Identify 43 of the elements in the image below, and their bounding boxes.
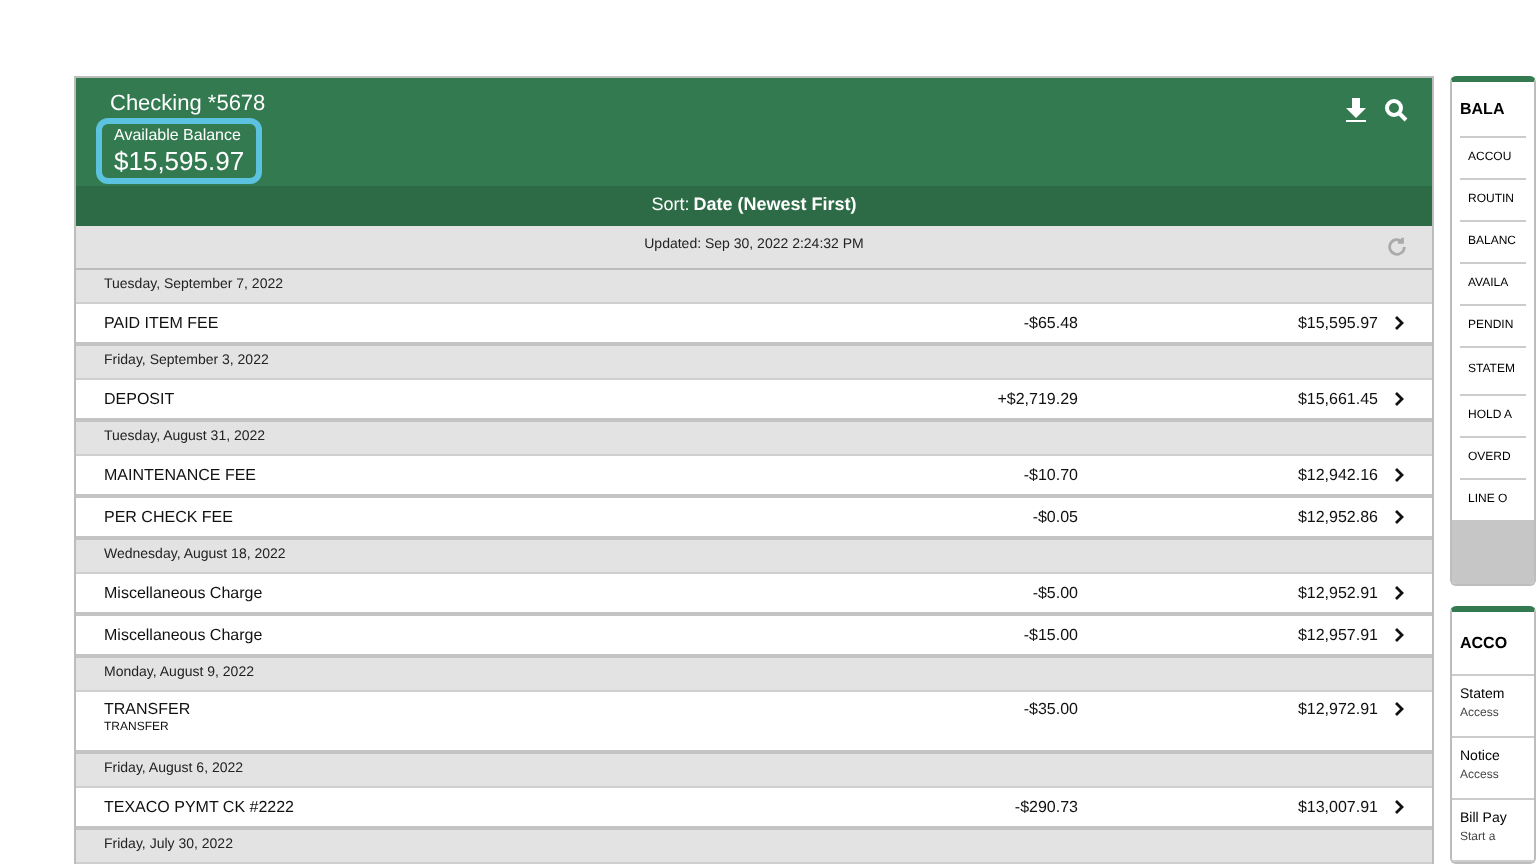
transaction-description: DEPOSIT xyxy=(104,390,177,410)
transaction-description: TEXACO PYMT CK #2222 xyxy=(104,798,296,818)
transaction-description: Miscellaneous Charge xyxy=(104,626,265,646)
transaction-amount: +$2,719.29 xyxy=(995,390,1078,410)
transaction-amount: -$10.70 xyxy=(1021,466,1078,486)
running-balance: $12,952.86 xyxy=(1295,508,1378,528)
running-balance: $12,942.16 xyxy=(1295,466,1378,486)
search-icon[interactable] xyxy=(1384,98,1408,122)
sort-bar[interactable]: Sort: Date (Newest First) xyxy=(76,186,1432,226)
sort-value[interactable]: Date (Newest First) xyxy=(693,192,857,220)
balance-label: Available Balance xyxy=(114,126,243,146)
chevron-right-icon xyxy=(1394,510,1404,524)
transaction-amount: -$5.00 xyxy=(1030,584,1078,604)
card-title: ACCO xyxy=(1452,612,1534,676)
card-title: BALA xyxy=(1458,97,1507,121)
transaction-amount: -$15.00 xyxy=(1021,626,1078,646)
running-balance: $13,007.91 xyxy=(1295,798,1378,818)
transaction-description: Miscellaneous Charge xyxy=(104,584,265,604)
transaction-description: MAINTENANCE FEE xyxy=(104,466,259,486)
transaction-amount: -$290.73 xyxy=(1012,798,1078,818)
transaction-amount: -$65.48 xyxy=(1021,314,1078,334)
transaction-amount: -$35.00 xyxy=(1021,700,1078,720)
running-balance: $15,661.45 xyxy=(1295,390,1378,410)
chevron-right-icon xyxy=(1394,468,1404,482)
chevron-right-icon xyxy=(1394,316,1404,330)
running-balance: $12,952.91 xyxy=(1295,584,1378,604)
card-footer xyxy=(1452,520,1534,584)
transaction-description: PER CHECK FEE xyxy=(104,508,235,528)
chevron-right-icon xyxy=(1394,586,1404,600)
transaction-amount: -$0.05 xyxy=(1030,508,1078,528)
chevron-right-icon xyxy=(1394,702,1404,716)
download-icon[interactable] xyxy=(1344,98,1368,122)
running-balance: $12,972.91 xyxy=(1295,700,1378,720)
chevron-right-icon xyxy=(1394,628,1404,642)
account-name[interactable]: Checking *5678 xyxy=(96,90,266,118)
sort-label: Sort: xyxy=(651,192,690,219)
transaction-description: TRANSFER xyxy=(104,700,193,720)
transaction-description: PAID ITEM FEE xyxy=(104,314,221,334)
chevron-right-icon xyxy=(1394,800,1404,814)
running-balance: $15,595.97 xyxy=(1295,314,1378,334)
running-balance: $12,957.91 xyxy=(1295,626,1378,646)
balance-amount: $15,595.97 xyxy=(114,146,245,176)
chevron-right-icon xyxy=(1394,392,1404,406)
